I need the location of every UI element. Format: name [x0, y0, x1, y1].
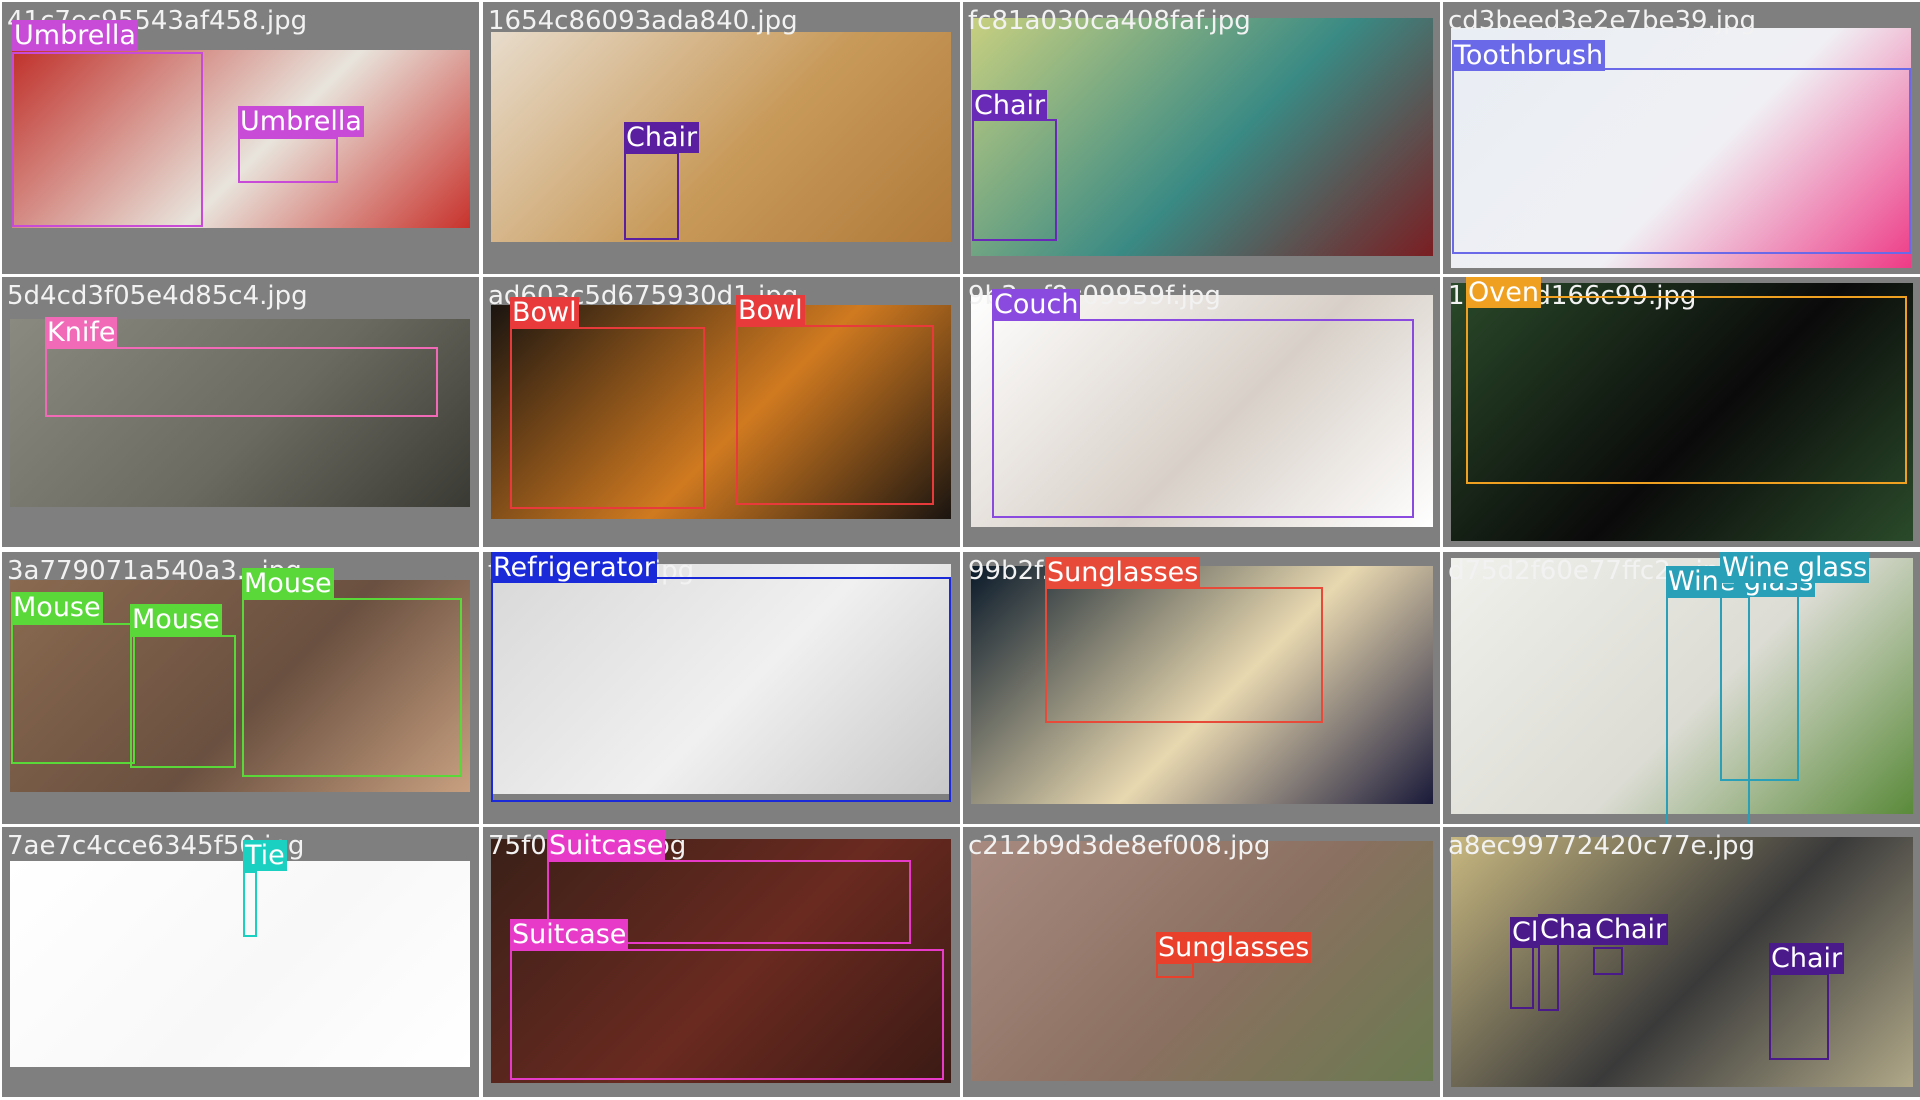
- bounding-box: [1510, 941, 1534, 1009]
- detection-label: Oven: [1466, 277, 1541, 308]
- bounding-box: [45, 347, 438, 417]
- image-filename: c212b9d3de8ef008.jpg: [968, 831, 1271, 861]
- detection-label: Tie: [243, 840, 287, 871]
- bounding-box: [1769, 973, 1829, 1060]
- detection-label: Umbrella: [12, 20, 138, 51]
- photo-thumbnail: [491, 32, 951, 242]
- bounding-box: [1452, 68, 1911, 254]
- bounding-box: [1156, 962, 1194, 978]
- detection-label: Bowl: [510, 297, 579, 328]
- detection-label: Cl: [1510, 917, 1541, 948]
- result-tile[interactable]: 9b3...f8c09959f.jpg Couch: [963, 277, 1440, 547]
- result-tile[interactable]: c212b9d3de8ef008.jpg Sunglasses: [963, 827, 1440, 1097]
- result-tile[interactable]: ad603c5d675930d1.jpg Bowl Bowl: [483, 277, 960, 547]
- detection-label: Suitcase: [547, 830, 666, 861]
- result-tile[interactable]: 75f0...332b.jpgSuitcaseSuitcase: [483, 827, 960, 1097]
- result-tile[interactable]: 1654c86093ada840.jpg Chair: [483, 2, 960, 274]
- bounding-box: [1045, 587, 1323, 723]
- detection-label: Suitcase: [510, 919, 629, 950]
- detection-label: Refrigerator: [491, 552, 657, 583]
- detection-label: Bowl: [736, 295, 805, 326]
- bounding-box: [624, 152, 679, 240]
- bounding-box: [11, 623, 135, 764]
- result-tile[interactable]: a8ec99772420c77e.jpg Cl Cha Chair Chair: [1443, 827, 1920, 1097]
- bounding-box: [510, 327, 705, 509]
- detection-label: Sunglasses: [1156, 932, 1312, 963]
- detection-label: Chair: [972, 90, 1048, 121]
- bounding-box: [130, 635, 236, 768]
- result-tile[interactable]: 99b2f...3.jpgSunglasses: [963, 552, 1440, 824]
- bounding-box: [736, 325, 934, 505]
- detection-results-grid: 41c7ec95543af458.jpg Umbrella Umbrella 1654…: [0, 0, 1920, 1100]
- image-filename: 5d4cd3f05e4d85c4.jpg: [7, 281, 308, 311]
- detection-label: Couch: [992, 289, 1081, 320]
- bounding-box: [1538, 938, 1559, 1011]
- result-tile[interactable]: 41c7ec95543af458.jpg Umbrella Umbrella: [2, 2, 479, 274]
- bounding-box: [12, 52, 203, 227]
- image-filename: 1654c86093ada840.jpg: [488, 6, 798, 36]
- detection-label: Wine glass: [1720, 552, 1870, 583]
- result-tile[interactable]: d75d2f60e77ffc2...jpgWine glassWine glas…: [1443, 552, 1920, 824]
- bounding-box: [491, 577, 951, 802]
- bounding-box: [972, 119, 1057, 241]
- result-tile[interactable]: 5d4cd3f05e4d85c4.jpg Knife: [2, 277, 479, 547]
- bounding-box: [992, 319, 1414, 518]
- detection-label: Mouse: [130, 604, 222, 635]
- image-filename: cd3beed3e2e7be39.jpg: [1448, 6, 1757, 36]
- detection-label: Chair: [1593, 914, 1669, 945]
- result-tile[interactable]: f...3c64c90c.jpgRefrigerator: [483, 552, 960, 824]
- detection-label: Mouse: [11, 592, 103, 623]
- image-filename: a8ec99772420c77e.jpg: [1448, 831, 1755, 861]
- bounding-box: [1593, 947, 1623, 975]
- bounding-box: [510, 949, 944, 1080]
- result-tile[interactable]: 3a779071a540a3...jpg Mouse Mouse Mouse: [2, 552, 479, 824]
- detection-label: Mouse: [242, 568, 334, 599]
- bounding-box: [242, 598, 462, 777]
- detection-label: Chair: [1769, 943, 1845, 974]
- detection-label: Knife: [45, 317, 118, 348]
- detection-label: Sunglasses: [1045, 557, 1201, 588]
- bounding-box: [238, 137, 338, 183]
- detection-label: Toothbrush: [1452, 40, 1606, 71]
- bounding-box: [1466, 296, 1907, 484]
- photo-thumbnail: [10, 861, 470, 1067]
- result-tile[interactable]: 1...ccdd166c99.jpg Oven: [1443, 277, 1920, 547]
- image-filename: fc81a030ca408faf.jpg: [968, 6, 1251, 36]
- detection-label: Umbrella: [238, 106, 364, 137]
- result-tile[interactable]: fc81a030ca408faf.jpg Chair: [963, 2, 1440, 274]
- bounding-box: [1720, 563, 1799, 781]
- result-tile[interactable]: cd3beed3e2e7be39.jpg Toothbrush: [1443, 2, 1920, 274]
- detection-label: Cha: [1538, 914, 1595, 945]
- detection-label: Chair: [624, 122, 700, 153]
- bounding-box: [243, 871, 257, 937]
- result-tile[interactable]: 7ae7c4cce6345f50.jpg Tie: [2, 827, 479, 1097]
